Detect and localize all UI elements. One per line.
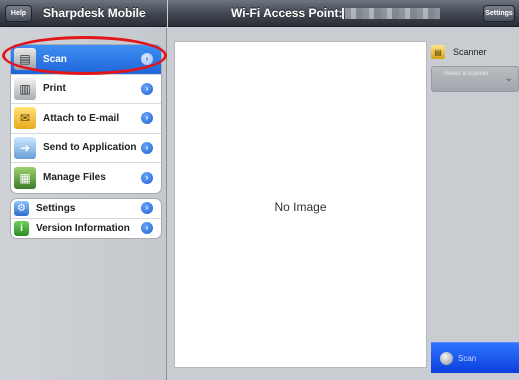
sidebar-item-label: Attach to E-mail (43, 112, 120, 124)
scan-button[interactable]: Scan (431, 342, 519, 373)
sidebar-item-manage-files[interactable]: ▦ Manage Files › (11, 163, 161, 193)
no-image-text: No Image (274, 200, 327, 214)
chevron-right-icon: › (141, 82, 153, 95)
wifi-access-point-label: Wi-Fi Access Point: (231, 6, 343, 20)
chevron-right-icon: › (141, 202, 153, 215)
scan-button-label: Scan (458, 353, 477, 363)
settings-icon: ⚙ (14, 200, 29, 216)
sidebar-item-version-information[interactable]: i Version Information › (11, 219, 161, 239)
mail-icon: ✉ (14, 107, 36, 130)
scanner-header: ▤ Scanner (431, 44, 519, 60)
print-icon: ▥ (14, 77, 36, 100)
access-point-value-redacted (345, 8, 440, 19)
scan-icon: ▤ (14, 48, 36, 71)
app-title: Sharpdesk Mobile (43, 6, 146, 20)
chevron-down-icon: ⌄ (504, 73, 513, 84)
sidebar: ▤ Scan › ▥ Print › ✉ Attach to E-mail › … (0, 28, 167, 380)
text-cursor (342, 8, 344, 19)
settings-button[interactable]: Settings (483, 5, 515, 22)
chevron-right-icon: › (141, 112, 153, 125)
main-menu: ▤ Scan › ▥ Print › ✉ Attach to E-mail › … (10, 44, 162, 194)
scanner-label: Scanner (453, 47, 487, 57)
main-navbar: Wi-Fi Access Point: Settings (168, 0, 519, 27)
image-preview: No Image (174, 41, 427, 368)
camera-icon (440, 351, 453, 365)
scanner-panel: ▤ Scanner Select a scanner ⌄ Scan (430, 28, 519, 380)
chevron-right-icon: › (141, 222, 153, 235)
scanner-icon: ▤ (431, 45, 445, 59)
sidebar-item-print[interactable]: ▥ Print › (11, 75, 161, 104)
sidebar-item-send-application[interactable]: ➜ Send to Application › (11, 134, 161, 163)
sidebar-item-settings[interactable]: ⚙ Settings › (11, 199, 161, 219)
sidebar-item-scan[interactable]: ▤ Scan › (11, 45, 161, 75)
send-app-icon: ➜ (14, 136, 36, 159)
info-icon: i (14, 220, 29, 236)
sidebar-item-label: Scan (43, 53, 67, 65)
sidebar-navbar: Help Sharpdesk Mobile (0, 0, 167, 27)
sidebar-item-label: Print (43, 83, 66, 95)
sidebar-item-label: Settings (36, 202, 76, 214)
scanner-select[interactable]: Select a scanner ⌄ (431, 66, 519, 92)
chevron-right-icon: › (141, 53, 153, 66)
sidebar-item-label: Version Information (36, 222, 130, 234)
sidebar-item-label: Manage Files (43, 172, 106, 184)
sidebar-item-attach-email[interactable]: ✉ Attach to E-mail › (11, 104, 161, 134)
chevron-right-icon: › (141, 171, 153, 184)
scanner-select-text: Select a scanner (444, 71, 489, 77)
chevron-right-icon: › (141, 141, 153, 154)
files-icon: ▦ (14, 166, 36, 189)
info-menu: ⚙ Settings › i Version Information › (10, 198, 162, 239)
help-button[interactable]: Help (5, 5, 32, 22)
sidebar-item-label: Send to Application (43, 142, 137, 154)
